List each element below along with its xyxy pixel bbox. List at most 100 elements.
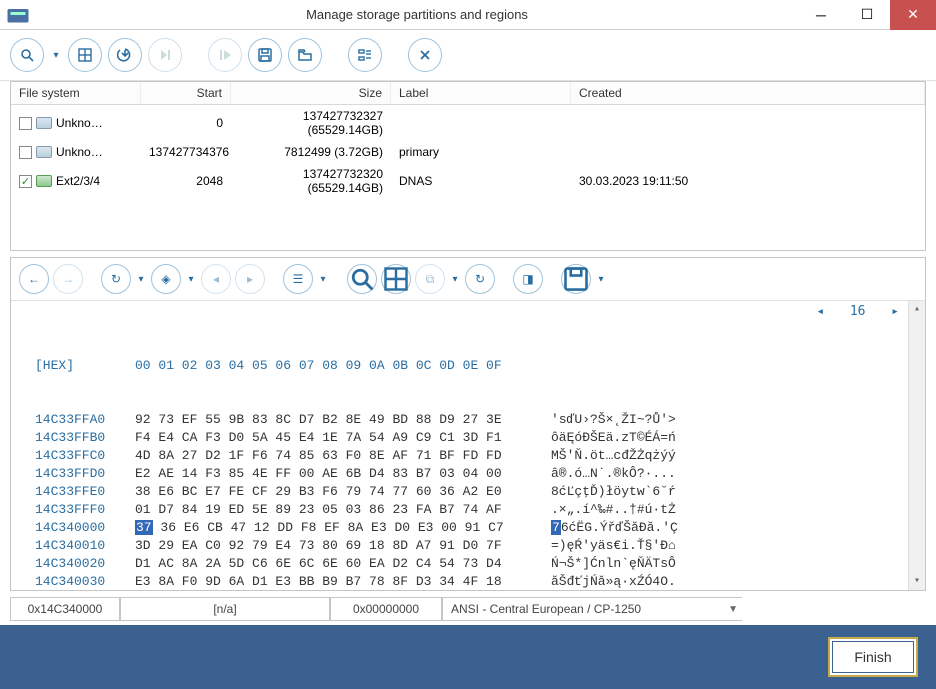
cell-start: 2048 (141, 172, 231, 190)
title-bar: Manage storage partitions and regions ─ … (0, 0, 936, 30)
hex-body[interactable]: ◂ 16 ▸ [HEX]00 01 02 03 04 05 06 07 08 0… (11, 301, 925, 590)
hex-row[interactable]: 14C33FFD0E2 AE 14 F3 85 4E FF 00 AE 6B D… (35, 465, 917, 483)
skip-end-icon (148, 38, 182, 72)
table-row[interactable]: Unkno…0137427732327 (65529.14GB) (11, 105, 925, 141)
hex-ascii: ôäĘóĐŠEä.zT©ÉÁ=ń (551, 429, 676, 447)
partition-table: File system Start Size Label Created Unk… (10, 81, 926, 251)
hex-bytes: F4 E4 CA F3 D0 5A 45 E4 1E 7A 54 A9 C9 C… (135, 429, 551, 447)
cell-created: 30.03.2023 19:11:50 (571, 172, 925, 190)
checkbox[interactable] (19, 146, 32, 159)
save-icon[interactable] (561, 264, 591, 294)
search-icon[interactable] (10, 38, 44, 72)
nav-prev-icon: ◂ (201, 264, 231, 294)
hex-ascii: 8ćĽçţĎ)łöytw`6˘ŕ (551, 483, 676, 501)
col-size[interactable]: Size (231, 82, 391, 104)
hex-ascii: Ń¬Š*]Ćnln`ęŇÄTsÔ (551, 555, 676, 573)
properties-icon[interactable] (348, 38, 382, 72)
hex-addr: 14C33FFA0 (35, 411, 135, 429)
search-icon[interactable] (347, 264, 377, 294)
dropdown-icon[interactable]: ▾ (185, 274, 197, 285)
close-button[interactable]: ✕ (890, 0, 936, 30)
table-row[interactable]: ✓Ext2/3/42048137427732320 (65529.14GB)DN… (11, 163, 925, 199)
col-created[interactable]: Created (571, 82, 925, 104)
cell-created (571, 121, 925, 125)
fs-name: Unkno… (56, 116, 103, 130)
redo-icon[interactable]: ↻ (101, 264, 131, 294)
grid-icon[interactable] (68, 38, 102, 72)
app-icon (6, 3, 30, 27)
vertical-scrollbar[interactable]: ▴ ▾ (908, 301, 925, 590)
hex-ascii: =)ęŔ'yäs€i.Ť§'Đ⌂ (551, 537, 676, 555)
hex-bytes: 37 36 E6 CB 47 12 DD F8 EF 8A E3 D0 E3 0… (135, 519, 551, 537)
footer: Finish (0, 625, 936, 689)
status-bar: 0x14C340000 [n/a] 0x00000000 ANSI - Cent… (10, 597, 926, 621)
dropdown-icon[interactable]: ▾ (449, 274, 461, 285)
finish-button[interactable]: Finish (828, 637, 918, 677)
maximize-button[interactable]: ☐ (844, 0, 890, 30)
hex-viewer: ← → ↻ ▾ ◈ ▾ ◂ ▸ ☰ ▾ ⧉ ▾ ↻ ◨ ▾ ◂ 16 ▸ [HEX]00… (10, 257, 926, 591)
hex-bytes: 3D 29 EA C0 92 79 E4 73 80 69 18 8D A7 9… (135, 537, 551, 555)
hex-bytes: 4D 8A 27 D2 1F F6 74 85 63 F0 8E AF 71 B… (135, 447, 551, 465)
hex-row[interactable]: 14C34000037 36 E6 CB 47 12 DD F8 EF 8A E… (35, 519, 917, 537)
scroll-down-icon[interactable]: ▾ (910, 573, 925, 590)
disk-icon (36, 175, 52, 187)
col-file-system[interactable]: File system (11, 82, 141, 104)
encoding-dropdown[interactable]: ANSI - Central European / CP-1250▼ (442, 597, 742, 621)
minimize-button[interactable]: ─ (798, 0, 844, 30)
hex-addr: 14C33FFC0 (35, 447, 135, 465)
cancel-icon[interactable] (408, 38, 442, 72)
back-icon[interactable]: ← (19, 264, 49, 294)
hex-addr: 14C33FFB0 (35, 429, 135, 447)
scroll-up-icon[interactable]: ▴ (910, 301, 925, 318)
hex-addr: 14C33FFF0 (35, 501, 135, 519)
hex-row[interactable]: 14C340020D1 AC 8A 2A 5D C6 6E 6C 6E 60 E… (35, 555, 917, 573)
window-buttons: ─ ☐ ✕ (798, 0, 936, 30)
dropdown-icon[interactable]: ▾ (595, 274, 607, 285)
hex-row[interactable]: 14C33FFB0F4 E4 CA F3 D0 5A 45 E4 1E 7A 5… (35, 429, 917, 447)
disk-icon (36, 117, 52, 129)
main-toolbar: ▾ (0, 30, 936, 81)
copy-icon: ⧉ (415, 264, 445, 294)
page-nav[interactable]: ◂ 16 ▸ (816, 303, 899, 321)
dropdown-icon[interactable]: ▾ (135, 274, 147, 285)
reload-icon[interactable] (108, 38, 142, 72)
forward-icon: → (53, 264, 83, 294)
grid-icon[interactable] (381, 264, 411, 294)
hex-row[interactable]: 14C33FFC04D 8A 27 D2 1F F6 74 85 63 F0 8… (35, 447, 917, 465)
cell-size: 137427732320 (65529.14GB) (231, 165, 391, 197)
hex-addr: 14C340000 (35, 519, 135, 537)
list-icon[interactable]: ☰ (283, 264, 313, 294)
hex-ascii: ăŠđťjŃă»ą·xŹÓ4O. (551, 573, 676, 590)
hex-addr: 14C340010 (35, 537, 135, 555)
dropdown-icon[interactable]: ▾ (50, 50, 62, 61)
page-number: 16 (850, 303, 866, 321)
chevron-down-icon: ▼ (728, 604, 738, 615)
hex-toolbar: ← → ↻ ▾ ◈ ▾ ◂ ▸ ☰ ▾ ⧉ ▾ ↻ ◨ ▾ (11, 258, 925, 301)
hex-row[interactable]: 14C33FFA092 73 EF 55 9B 83 8C D7 B2 8E 4… (35, 411, 917, 429)
nav-next-icon: ▸ (235, 264, 265, 294)
hex-row[interactable]: 14C33FFF001 D7 84 19 ED 5E 89 23 05 03 8… (35, 501, 917, 519)
col-start[interactable]: Start (141, 82, 231, 104)
status-zero: 0x00000000 (330, 597, 442, 621)
refresh-icon[interactable]: ↻ (465, 264, 495, 294)
hex-col-header: 00 01 02 03 04 05 06 07 08 09 0A 0B 0C 0… (135, 357, 551, 375)
hex-row[interactable]: 14C33FFE038 E6 BC E7 FE CF 29 B3 F6 79 7… (35, 483, 917, 501)
checkbox[interactable]: ✓ (19, 175, 32, 188)
open-folder-icon[interactable] (288, 38, 322, 72)
save-icon[interactable] (248, 38, 282, 72)
cell-label: primary (391, 143, 571, 161)
dropdown-icon[interactable]: ▾ (317, 274, 329, 285)
hex-ascii: â®.ó…N˙.®kÔ?·... (551, 465, 676, 483)
hex-addr: 14C340020 (35, 555, 135, 573)
hex-bytes: 92 73 EF 55 9B 83 8C D7 B2 8E 49 BD 88 D… (135, 411, 551, 429)
compare-icon[interactable]: ◨ (513, 264, 543, 294)
hex-row[interactable]: 14C340030E3 8A F0 9D 6A D1 E3 BB B9 B7 7… (35, 573, 917, 590)
hex-row[interactable]: 14C3400103D 29 EA C0 92 79 E4 73 80 69 1… (35, 537, 917, 555)
fs-name: Unkno… (56, 145, 103, 159)
table-row[interactable]: Unkno…1374277343767812499 (3.72GB)primar… (11, 141, 925, 163)
col-label[interactable]: Label (391, 82, 571, 104)
checkbox[interactable] (19, 117, 32, 130)
hex-bytes: 01 D7 84 19 ED 5E 89 23 05 03 86 23 FA B… (135, 501, 551, 519)
bookmark-icon[interactable]: ◈ (151, 264, 181, 294)
cell-size: 7812499 (3.72GB) (231, 143, 391, 161)
